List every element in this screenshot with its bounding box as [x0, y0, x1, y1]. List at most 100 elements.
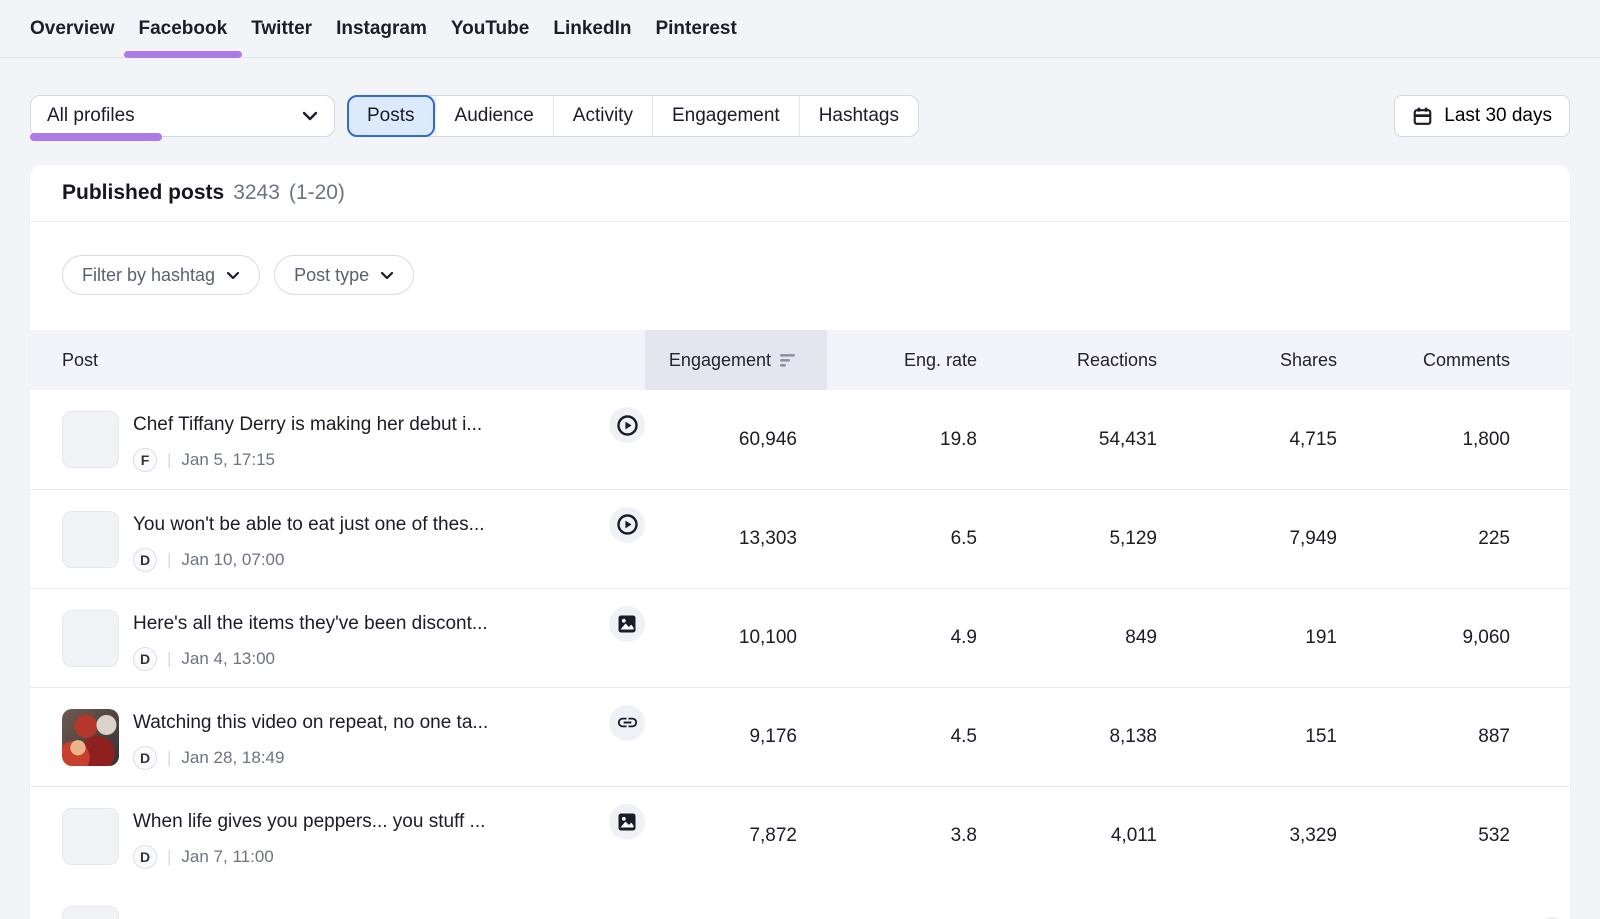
table-row-partial[interactable] — [30, 885, 1570, 919]
published-posts-card: Published posts 3243 (1-20) Filter by ha… — [30, 165, 1570, 919]
reactions-value: 5,129 — [1007, 490, 1187, 588]
comments-value: 887 — [1367, 688, 1570, 786]
date-range-button[interactable]: Last 30 days — [1394, 95, 1570, 137]
reactions-value: 849 — [1007, 589, 1187, 687]
column-header-shares[interactable]: Shares — [1187, 330, 1367, 390]
tab-activity[interactable]: Activity — [553, 96, 652, 136]
tab-audience[interactable]: Audience — [435, 96, 553, 136]
profile-select[interactable]: All profiles — [30, 95, 335, 137]
post-thumbnail[interactable] — [62, 906, 119, 919]
nav-tab-linkedin[interactable]: LinkedIn — [553, 0, 631, 58]
table-row[interactable]: Watching this video on repeat, no one ta… — [30, 687, 1570, 786]
filter-by-hashtag-dropdown[interactable]: Filter by hashtag — [62, 255, 260, 295]
shares-value: 4,715 — [1187, 390, 1367, 489]
photo-icon — [617, 812, 637, 832]
reactions-value: 4,011 — [1007, 787, 1187, 885]
link-icon — [616, 711, 639, 734]
post-title[interactable]: Chef Tiffany Derry is making her debut i… — [133, 414, 597, 436]
eng-rate-value: 4.9 — [827, 589, 1007, 687]
posts-range: (1-20) — [289, 181, 345, 205]
post-title[interactable]: You won't be able to eat just one of the… — [133, 514, 597, 536]
column-header-comments[interactable]: Comments — [1367, 330, 1570, 390]
eng-rate-value: 6.5 — [827, 490, 1007, 588]
post-type-icon — [609, 804, 645, 840]
post-type-icon — [609, 507, 645, 543]
card-header: Published posts 3243 (1-20) — [30, 165, 1570, 222]
table-row[interactable]: You won't be able to eat just one of the… — [30, 489, 1570, 588]
engagement-value: 13,303 — [645, 490, 827, 588]
post-thumbnail[interactable] — [62, 610, 119, 667]
engagement-value: 7,872 — [645, 787, 827, 885]
tab-hashtags[interactable]: Hashtags — [799, 96, 918, 136]
shares-value: 191 — [1187, 589, 1367, 687]
tab-engagement[interactable]: Engagement — [652, 96, 799, 136]
post-title[interactable]: Watching this video on repeat, no one ta… — [133, 712, 597, 734]
date-range-label: Last 30 days — [1444, 105, 1552, 127]
chevron-down-icon — [380, 271, 394, 280]
separator: | — [167, 649, 171, 669]
tab-posts[interactable]: Posts — [347, 95, 435, 137]
column-header-post[interactable]: Post — [30, 330, 645, 390]
comments-value: 1,800 — [1367, 390, 1570, 489]
eng-rate-value: 3.8 — [827, 787, 1007, 885]
photo-icon — [617, 614, 637, 634]
comments-value: 532 — [1367, 787, 1570, 885]
column-header-engagement[interactable]: Engagement — [645, 330, 827, 390]
nav-tab-instagram[interactable]: Instagram — [336, 0, 427, 58]
profile-badge: F — [133, 448, 157, 472]
post-type-dropdown[interactable]: Post type — [274, 255, 414, 295]
posts-count: 3243 — [233, 181, 280, 205]
separator: | — [167, 550, 171, 570]
video-play-icon — [616, 414, 639, 437]
nav-tab-youtube[interactable]: YouTube — [451, 0, 529, 58]
post-date: Jan 28, 18:49 — [181, 748, 284, 768]
eng-rate-value: 19.8 — [827, 390, 1007, 489]
post-thumbnail[interactable] — [62, 511, 119, 568]
post-date: Jan 4, 13:00 — [181, 649, 275, 669]
table-row[interactable]: When life gives you peppers... you stuff… — [30, 786, 1570, 885]
comments-value: 9,060 — [1367, 589, 1570, 687]
separator: | — [167, 748, 171, 768]
nav-tab-facebook[interactable]: Facebook — [139, 0, 228, 58]
post-date: Jan 10, 07:00 — [181, 550, 284, 570]
comments-value: 225 — [1367, 490, 1570, 588]
post-type-icon — [609, 606, 645, 642]
column-header-reactions[interactable]: Reactions — [1007, 330, 1187, 390]
chevron-down-icon — [302, 111, 318, 121]
post-type-icon — [609, 705, 645, 741]
card-title: Published posts — [62, 181, 224, 205]
video-play-icon — [616, 513, 639, 536]
post-type-label: Post type — [294, 265, 369, 286]
post-type-icon — [609, 407, 645, 443]
profile-select-accent-underline — [30, 133, 162, 141]
filters-row: Filter by hashtag Post type — [62, 255, 1538, 295]
nav-tab-overview[interactable]: Overview — [30, 0, 115, 58]
nav-tab-pinterest[interactable]: Pinterest — [655, 0, 736, 58]
post-date: Jan 5, 17:15 — [181, 450, 275, 470]
table-row[interactable]: Here's all the items they've been discon… — [30, 588, 1570, 687]
table-row[interactable]: Chef Tiffany Derry is making her debut i… — [30, 390, 1570, 489]
post-thumbnail[interactable] — [62, 411, 119, 468]
profile-badge: D — [133, 647, 157, 671]
post-thumbnail[interactable] — [62, 808, 119, 865]
chevron-down-icon — [226, 271, 240, 280]
profile-badge: D — [133, 548, 157, 572]
post-title[interactable]: Here's all the items they've been discon… — [133, 613, 597, 635]
column-header-eng-rate[interactable]: Eng. rate — [827, 330, 1007, 390]
profile-select-value: All profiles — [47, 105, 135, 127]
eng-rate-value: 4.5 — [827, 688, 1007, 786]
nav-tab-twitter[interactable]: Twitter — [251, 0, 312, 58]
social-channels-nav: Overview Facebook Twitter Instagram YouT… — [0, 0, 1600, 58]
post-thumbnail[interactable] — [62, 709, 119, 766]
engagement-value: 60,946 — [645, 390, 827, 489]
separator: | — [167, 450, 171, 470]
post-title[interactable]: When life gives you peppers... you stuff… — [133, 811, 597, 833]
separator: | — [167, 847, 171, 867]
view-tabs: Posts Audience Activity Engagement Hasht… — [347, 95, 919, 137]
profile-badge: D — [133, 746, 157, 770]
engagement-value: 10,100 — [645, 589, 827, 687]
reactions-value: 54,431 — [1007, 390, 1187, 489]
table-header: Post Engagement Eng. rate Reactions Shar… — [30, 330, 1570, 390]
shares-value: 151 — [1187, 688, 1367, 786]
filter-by-hashtag-label: Filter by hashtag — [82, 265, 215, 286]
